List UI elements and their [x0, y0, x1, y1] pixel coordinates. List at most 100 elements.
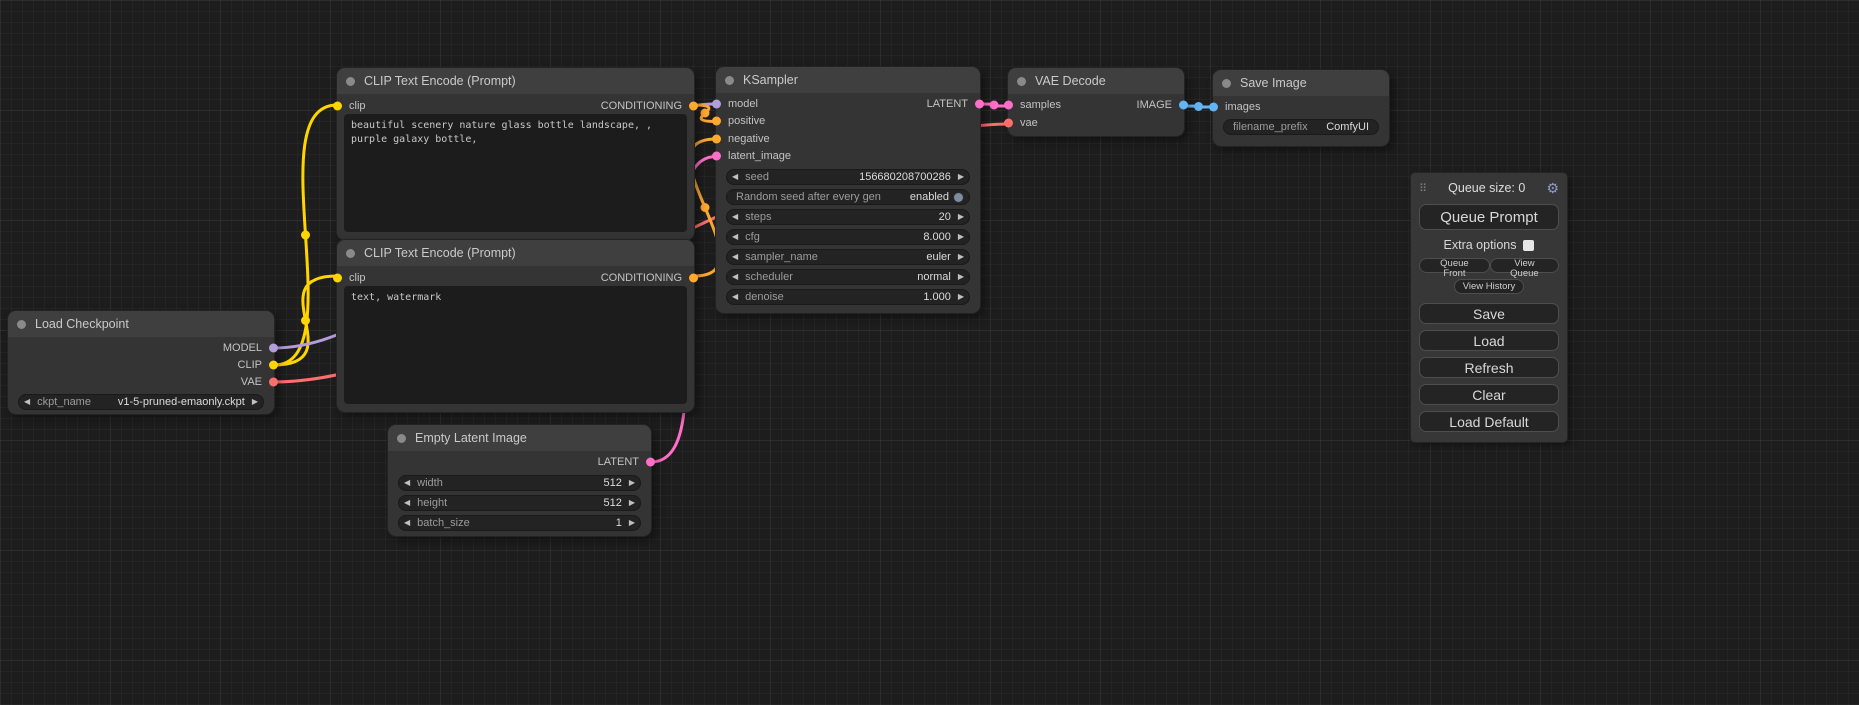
- sampler-name-widget[interactable]: ◀ sampler_name euler ▶: [726, 249, 970, 265]
- output-socket-model[interactable]: [269, 343, 278, 352]
- collapse-dot-icon[interactable]: [1017, 77, 1026, 86]
- extra-options-checkbox[interactable]: [1523, 240, 1534, 251]
- next-value-icon[interactable]: ▶: [252, 398, 258, 406]
- decrement-icon[interactable]: ◀: [732, 233, 738, 241]
- cfg-widget[interactable]: ◀ cfg 8.000 ▶: [726, 229, 970, 245]
- node-title: Load Checkpoint: [35, 317, 129, 331]
- increment-icon[interactable]: ▶: [958, 233, 964, 241]
- widget-value: normal: [917, 271, 951, 283]
- input-socket-images[interactable]: [1209, 102, 1218, 111]
- denoise-widget[interactable]: ◀ denoise 1.000 ▶: [726, 289, 970, 305]
- collapse-dot-icon[interactable]: [397, 434, 406, 443]
- increment-icon[interactable]: ▶: [629, 499, 635, 507]
- node-titlebar[interactable]: CLIP Text Encode (Prompt): [337, 68, 694, 94]
- scheduler-widget[interactable]: ◀ scheduler normal ▶: [726, 269, 970, 285]
- negative-prompt-textarea[interactable]: text, watermark: [344, 286, 687, 404]
- input-socket-samples[interactable]: [1004, 101, 1013, 110]
- positive-prompt-textarea[interactable]: beautiful scenery nature glass bottle la…: [344, 114, 687, 232]
- node-title: KSampler: [743, 73, 798, 87]
- batch-size-widget[interactable]: ◀ batch_size 1 ▶: [398, 515, 641, 531]
- view-queue-button[interactable]: View Queue: [1490, 258, 1559, 273]
- increment-icon[interactable]: ▶: [629, 479, 635, 487]
- collapse-dot-icon[interactable]: [346, 77, 355, 86]
- steps-widget[interactable]: ◀ steps 20 ▶: [726, 209, 970, 225]
- output-socket-image[interactable]: [1179, 101, 1188, 110]
- decrement-icon[interactable]: ◀: [732, 213, 738, 221]
- widget-value: v1-5-pruned-emaonly.ckpt: [118, 396, 245, 408]
- ckpt-name-widget[interactable]: ◀ ckpt_name v1-5-pruned-emaonly.ckpt ▶: [18, 394, 264, 410]
- output-label-conditioning: CONDITIONING: [601, 272, 682, 284]
- input-socket-clip[interactable]: [333, 102, 342, 111]
- next-value-icon[interactable]: ▶: [958, 273, 964, 281]
- increment-icon[interactable]: ▶: [958, 213, 964, 221]
- output-socket-clip[interactable]: [269, 360, 278, 369]
- output-socket-latent[interactable]: [975, 99, 984, 108]
- save-button[interactable]: Save: [1419, 303, 1559, 324]
- node-load-checkpoint[interactable]: Load Checkpoint MODEL CLIP VAE ◀ ckpt_na…: [8, 311, 274, 414]
- input-socket-clip[interactable]: [333, 274, 342, 283]
- input-socket-model[interactable]: [712, 99, 721, 108]
- output-socket-conditioning[interactable]: [689, 102, 698, 111]
- node-save-image[interactable]: Save Image images filename_prefix ComfyU…: [1213, 70, 1389, 146]
- increment-icon[interactable]: ▶: [958, 173, 964, 181]
- link-midpoint-dot: [990, 101, 999, 110]
- prev-value-icon[interactable]: ◀: [24, 398, 30, 406]
- random-seed-widget[interactable]: Random seed after every gen enabled: [726, 189, 970, 205]
- filename-prefix-widget[interactable]: filename_prefix ComfyUI: [1223, 119, 1379, 135]
- drag-handle-icon[interactable]: ⠿: [1419, 182, 1427, 195]
- node-titlebar[interactable]: Save Image: [1213, 70, 1389, 96]
- seed-widget[interactable]: ◀ seed 156680208700286 ▶: [726, 169, 970, 185]
- node-vae-decode[interactable]: VAE Decode samples IMAGE vae: [1008, 68, 1184, 136]
- widget-label: width: [417, 477, 443, 489]
- node-title: CLIP Text Encode (Prompt): [364, 246, 516, 260]
- queue-prompt-button[interactable]: Queue Prompt: [1419, 204, 1559, 230]
- node-clip-text-encode-negative[interactable]: CLIP Text Encode (Prompt) clip CONDITION…: [337, 240, 694, 412]
- output-label-latent: LATENT: [598, 456, 639, 468]
- widget-value: 1.000: [923, 291, 951, 303]
- increment-icon[interactable]: ▶: [629, 519, 635, 527]
- widget-value: 512: [603, 497, 621, 509]
- node-titlebar[interactable]: Load Checkpoint: [8, 311, 274, 337]
- load-button[interactable]: Load: [1419, 330, 1559, 351]
- input-socket-vae[interactable]: [1004, 119, 1013, 128]
- toggle-icon[interactable]: [953, 192, 964, 203]
- input-label-clip: clip: [349, 100, 366, 112]
- node-titlebar[interactable]: Empty Latent Image: [388, 425, 651, 451]
- decrement-icon[interactable]: ◀: [404, 519, 410, 527]
- input-socket-positive[interactable]: [712, 117, 721, 126]
- view-history-button[interactable]: View History: [1454, 279, 1525, 294]
- height-widget[interactable]: ◀ height 512 ▶: [398, 495, 641, 511]
- width-widget[interactable]: ◀ width 512 ▶: [398, 475, 641, 491]
- node-empty-latent-image[interactable]: Empty Latent Image LATENT ◀ width 512 ▶ …: [388, 425, 651, 536]
- load-default-button[interactable]: Load Default: [1419, 411, 1559, 432]
- widget-label: cfg: [745, 231, 760, 243]
- output-socket-latent[interactable]: [646, 458, 655, 467]
- output-socket-conditioning[interactable]: [689, 274, 698, 283]
- output-socket-vae[interactable]: [269, 377, 278, 386]
- collapse-dot-icon[interactable]: [17, 320, 26, 329]
- input-socket-negative[interactable]: [712, 134, 721, 143]
- increment-icon[interactable]: ▶: [958, 293, 964, 301]
- node-graph-canvas[interactable]: CLIP Text Encode (Prompt) clip CONDITION…: [0, 0, 1859, 705]
- collapse-dot-icon[interactable]: [1222, 79, 1231, 88]
- node-titlebar[interactable]: CLIP Text Encode (Prompt): [337, 240, 694, 266]
- refresh-button[interactable]: Refresh: [1419, 357, 1559, 378]
- decrement-icon[interactable]: ◀: [404, 499, 410, 507]
- queue-front-button[interactable]: Queue Front: [1419, 258, 1490, 273]
- collapse-dot-icon[interactable]: [346, 249, 355, 258]
- collapse-dot-icon[interactable]: [725, 76, 734, 85]
- input-socket-latent-image[interactable]: [712, 152, 721, 161]
- node-ksampler[interactable]: KSampler model LATENT positive negative …: [716, 67, 980, 313]
- prev-value-icon[interactable]: ◀: [732, 273, 738, 281]
- node-titlebar[interactable]: KSampler: [716, 67, 980, 93]
- settings-gear-icon[interactable]: ⚙: [1546, 181, 1559, 195]
- clear-button[interactable]: Clear: [1419, 384, 1559, 405]
- prev-value-icon[interactable]: ◀: [732, 253, 738, 261]
- decrement-icon[interactable]: ◀: [732, 173, 738, 181]
- widget-value: 1: [616, 517, 622, 529]
- decrement-icon[interactable]: ◀: [732, 293, 738, 301]
- decrement-icon[interactable]: ◀: [404, 479, 410, 487]
- node-titlebar[interactable]: VAE Decode: [1008, 68, 1184, 94]
- next-value-icon[interactable]: ▶: [958, 253, 964, 261]
- node-clip-text-encode-positive[interactable]: CLIP Text Encode (Prompt) clip CONDITION…: [337, 68, 694, 240]
